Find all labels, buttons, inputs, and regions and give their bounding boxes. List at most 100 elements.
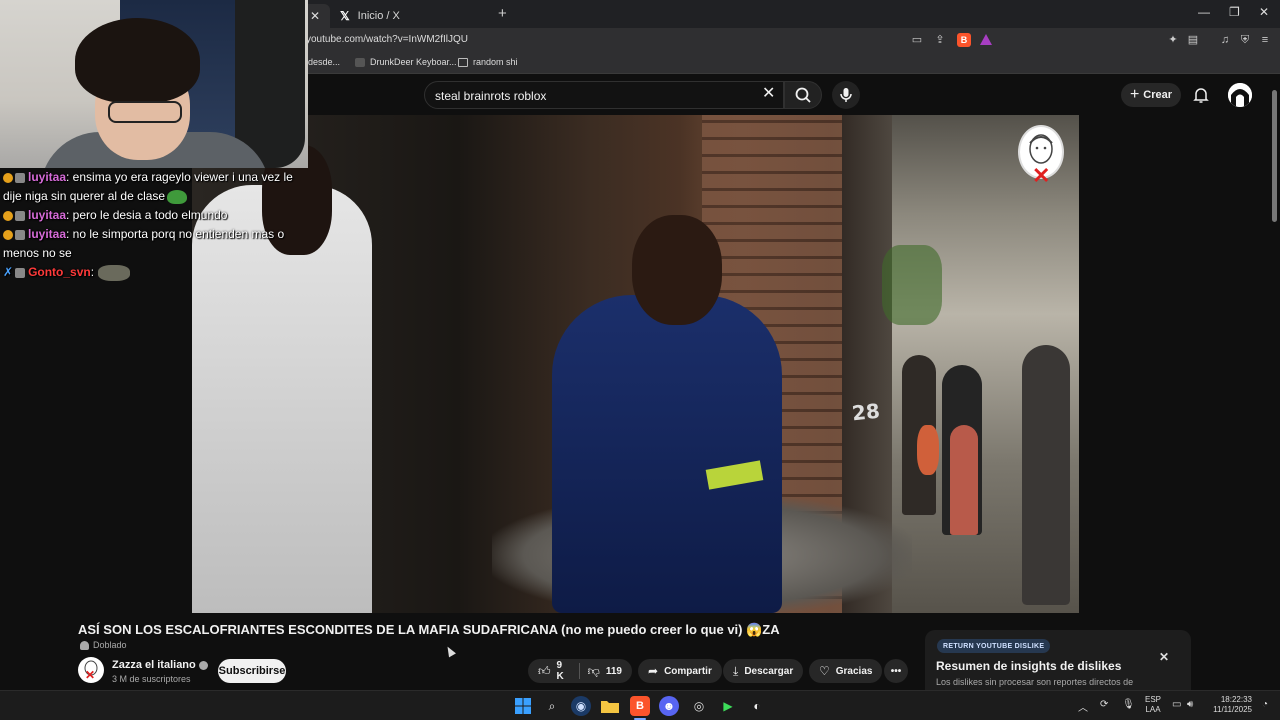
language-indicator[interactable]: ESP LAA — [1145, 695, 1161, 715]
download-icon: ⤓ — [733, 663, 739, 678]
chat-badge-icon — [3, 229, 13, 240]
like-button[interactable]: 👍︎ 9 K — [538, 660, 571, 682]
screen: ✕ 𝕏 Inicio / X + — ❐ ✕ youtube.com/watch… — [0, 0, 1280, 720]
heart-dollar-icon: ♡ — [819, 664, 830, 678]
frog-emote-icon — [167, 189, 188, 204]
url-field[interactable]: youtube.com/watch?v=InWM2fIlJQU — [306, 34, 468, 45]
dislike-button[interactable]: 👎︎ 119 — [588, 664, 622, 679]
sidebar-icon[interactable]: ▤ — [1186, 33, 1200, 47]
discord-icon[interactable]: ☻ — [659, 696, 679, 716]
tab-x-home[interactable]: 𝕏 Inicio / X — [332, 4, 492, 28]
like-dislike-group: 👍︎ 9 K 👎︎ 119 — [528, 659, 632, 683]
bookmark-folder[interactable]: random shi — [458, 57, 518, 67]
crowd-person — [1022, 345, 1070, 605]
person-blue-jacket — [552, 295, 782, 613]
share-button[interactable]: ➦ Compartir — [638, 659, 722, 683]
brave-browser-icon[interactable]: B — [630, 696, 650, 716]
sync-icon[interactable]: ⟳ — [1100, 699, 1108, 710]
red-x-icon: ✕ — [85, 668, 96, 682]
video-title: ASÍ SON LOS ESCALOFRIANTES ESCONDITES DE… — [78, 622, 780, 637]
ryd-description: Los dislikes sin procesar son reportes d… — [936, 677, 1134, 687]
bell-icon — [1193, 88, 1209, 103]
tray-expand-icon[interactable]: ︿ — [1078, 699, 1088, 714]
taskbar: ⌕ ◉ B ☻ ◎ ▶ ◐ ︿ ⟳ 🎙︎ ESP LAA ▭ 🔊︎ 18:22:… — [0, 690, 1280, 720]
create-button[interactable]: + Crear — [1121, 83, 1181, 107]
brave-rewards-icon[interactable] — [980, 34, 992, 45]
dubbed-label: Doblado — [80, 640, 127, 650]
search-button[interactable] — [784, 81, 822, 109]
drunkdeer-icon — [355, 57, 365, 67]
clock[interactable]: 18:22:33 11/11/2025 — [1206, 695, 1252, 715]
maximize-button[interactable]: ❐ — [1229, 5, 1240, 19]
chat-badge-icon — [15, 267, 26, 278]
verified-icon — [198, 660, 208, 670]
chat-username: luyitaa — [28, 227, 67, 241]
bookmark-item[interactable]: DrunkDeer Keyboar... — [355, 57, 457, 67]
tray-mic-icon[interactable]: 🎙︎ — [1122, 699, 1135, 710]
volume-icon[interactable]: 🔊︎ — [1187, 699, 1193, 710]
search-input[interactable]: steal brainrots roblox — [424, 81, 784, 109]
search-query: steal brainrots roblox — [435, 89, 547, 103]
chat-message: luyitaa: no le simporta porq no entiende… — [0, 225, 300, 263]
account-avatar[interactable] — [1228, 83, 1252, 107]
notification-center-icon[interactable]: ◔ — [1262, 699, 1268, 710]
chat-username: Gonto_svn — [28, 265, 91, 279]
extensions-icon[interactable]: ✦ — [1166, 33, 1180, 47]
orange-bag — [917, 425, 939, 475]
dubbed-icon — [80, 640, 89, 650]
ryd-title: Resumen de insights de dislikes — [936, 659, 1122, 673]
chat-badge-icon — [15, 229, 25, 240]
steam-icon[interactable]: ◉ — [571, 696, 591, 716]
chat-message: luyitaa: ensima yo era rageylo viewer i … — [0, 168, 300, 206]
file-explorer-icon[interactable] — [600, 696, 620, 716]
clear-search-icon[interactable]: ✕ — [762, 83, 775, 103]
obs-icon[interactable]: ◎ — [689, 696, 709, 716]
brave-shields-icon[interactable]: B — [957, 33, 971, 47]
sword-badge-icon: ✗ — [3, 265, 14, 279]
minimize-button[interactable]: — — [1198, 5, 1210, 19]
mic-icon — [840, 88, 852, 102]
chat-message: ✗ Gonto_svn: — [0, 263, 300, 282]
share-arrow-icon: ➦ — [648, 664, 659, 678]
voice-search-button[interactable] — [832, 81, 860, 109]
share-icon[interactable]: ⇪ — [933, 33, 947, 47]
page-scrollbar[interactable] — [1272, 90, 1277, 222]
download-button[interactable]: ⤓ Descargar — [723, 659, 804, 683]
more-icon: ••• — [890, 665, 902, 677]
close-tab-icon[interactable]: ✕ — [310, 9, 320, 23]
notifications-button[interactable] — [1192, 86, 1210, 109]
video-player[interactable]: 28 ✕ — [192, 115, 1079, 613]
new-tab-button[interactable]: + — [498, 5, 507, 22]
app-icon[interactable]: ◐ — [747, 696, 767, 716]
chat-username: luyitaa — [28, 208, 67, 222]
subscribe-button[interactable]: Subscribirse — [218, 659, 286, 683]
moss-patch — [882, 245, 942, 325]
thanks-button[interactable]: ♡ Gracias — [809, 659, 883, 683]
taskbar-search-icon[interactable]: ⌕ — [542, 696, 562, 716]
crowd — [892, 315, 1079, 613]
channel-name[interactable]: Zazza el italiano — [112, 659, 208, 671]
network-icon[interactable]: ▭ — [1172, 699, 1181, 710]
menu-icon[interactable]: ≡ — [1258, 33, 1272, 47]
channel-avatar[interactable]: ✕ — [78, 657, 104, 683]
chat-text: : — [90, 265, 95, 279]
chat-badge-icon — [3, 210, 13, 221]
play-app-icon[interactable]: ▶ — [718, 696, 738, 716]
bookmark-item[interactable]: desde... — [308, 57, 340, 67]
chat-text: : pero le desia a todo elmundo — [66, 208, 228, 222]
media-icon[interactable]: ♫ — [1218, 33, 1232, 47]
chat-badge-icon — [15, 172, 25, 183]
wall-number: 28 — [850, 398, 882, 426]
start-button[interactable] — [513, 696, 533, 716]
tab-label: Inicio / X — [357, 10, 400, 22]
stream-chat: luyitaa: ensima yo era rageylo viewer i … — [0, 168, 300, 282]
close-window-button[interactable]: ✕ — [1259, 5, 1269, 19]
plus-icon: + — [1129, 86, 1140, 103]
webcam-overlay — [0, 0, 308, 168]
thumbs-down-icon: 👎︎ — [587, 663, 600, 678]
channel-watermark: ✕ — [1018, 125, 1064, 187]
ryd-close-icon[interactable]: ✕ — [1159, 650, 1169, 664]
cast-icon[interactable]: ▭ — [910, 33, 924, 47]
vpn-icon[interactable]: ⛨ — [1238, 33, 1252, 47]
more-actions-button[interactable]: ••• — [884, 659, 908, 683]
